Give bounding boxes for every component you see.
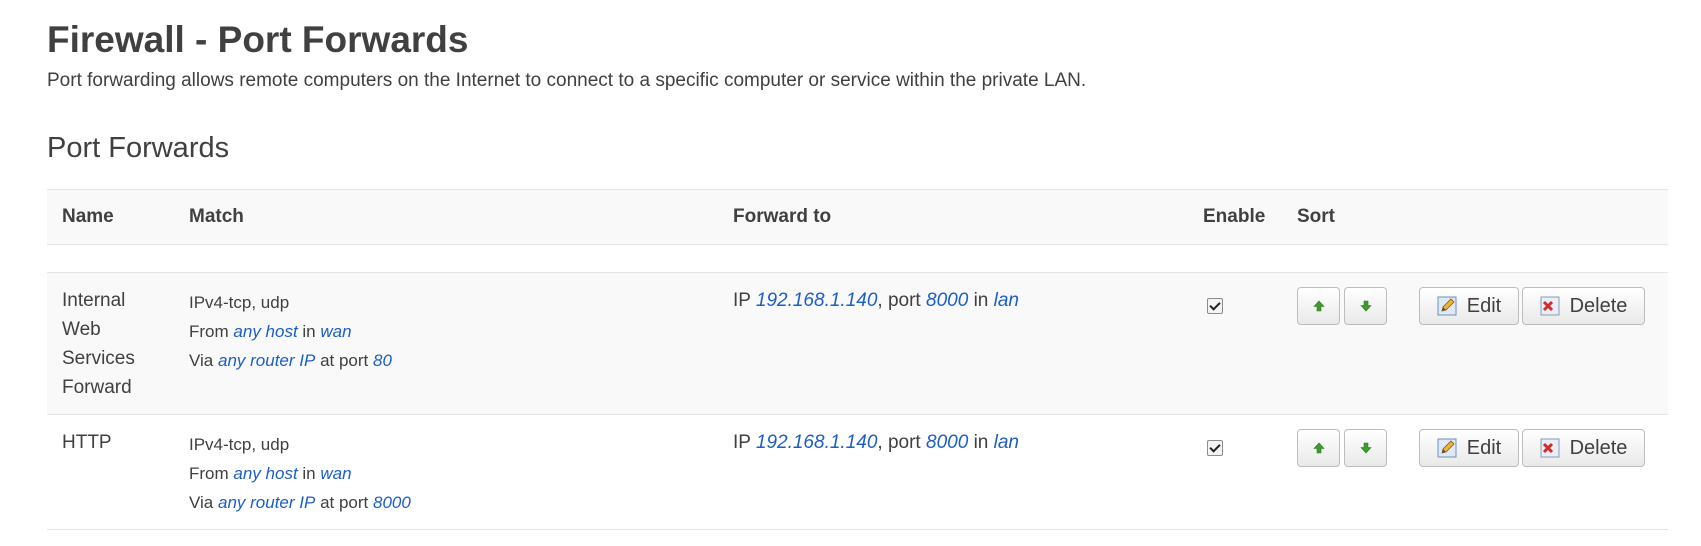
page: Firewall - Port Forwards Port forwarding… [0, 0, 1701, 530]
forward-ip-link[interactable]: 192.168.1.140 [756, 290, 878, 311]
match-from: From any host in wan [189, 317, 703, 346]
edit-icon [1437, 438, 1457, 458]
sort-down-button[interactable] [1344, 429, 1387, 467]
rule-match: IPv4-tcp, udp From any host in wan Via a… [174, 414, 718, 530]
page-description: Port forwarding allows remote computers … [47, 70, 1087, 91]
edit-label: Edit [1466, 436, 1502, 459]
via-port-link[interactable]: 80 [373, 351, 392, 370]
delete-button[interactable]: Delete [1522, 429, 1645, 467]
column-header-forward: Forward to [718, 189, 1188, 245]
enable-checkbox[interactable] [1207, 440, 1223, 456]
match-protocol: IPv4-tcp, udp [189, 435, 290, 454]
table-row: HTTP IPv4-tcp, udp From any host in wan … [47, 414, 1668, 530]
from-label: From [189, 322, 229, 341]
via-ip-link[interactable]: any router IP [218, 493, 315, 512]
from-zone-link[interactable]: wan [320, 322, 351, 341]
forward-ip-link[interactable]: 192.168.1.140 [756, 432, 878, 453]
rule-match: IPv4-tcp, udp From any host in wan Via a… [174, 272, 718, 415]
in-label: in [302, 464, 316, 483]
forward-port-link[interactable]: 8000 [926, 290, 968, 311]
arrow-up-icon [1312, 442, 1325, 454]
match-via: Via any router IP at port 80 [189, 346, 703, 375]
column-header-name: Name [47, 189, 174, 245]
sort-down-button[interactable] [1344, 287, 1387, 325]
rule-forward: IP 192.168.1.140, port 8000 in lan [718, 414, 1188, 530]
table-header-row: Name Match Forward to Enable Sort [47, 189, 1668, 245]
port-forwards-table: Name Match Forward to Enable Sort Intern… [47, 189, 1668, 530]
section-title: Port Forwards [47, 132, 230, 164]
via-label: Via [189, 493, 214, 512]
delete-label: Delete [1569, 294, 1628, 317]
delete-icon [1540, 296, 1560, 316]
forward-zone-link[interactable]: lan [994, 432, 1019, 453]
from-host-link[interactable]: any host [233, 322, 297, 341]
at-port-label: at port [320, 351, 369, 370]
rule-name: HTTP [47, 414, 174, 530]
in-label: in [973, 290, 989, 311]
match-from: From any host in wan [189, 459, 703, 488]
rule-actions: Edit Delete [1282, 414, 1668, 530]
sort-up-button[interactable] [1297, 287, 1340, 325]
enable-checkbox[interactable] [1207, 298, 1223, 314]
forward-zone-link[interactable]: lan [994, 290, 1019, 311]
rule-actions: Edit Delete [1282, 272, 1668, 415]
match-protocol: IPv4-tcp, udp [189, 293, 290, 312]
column-header-match: Match [174, 189, 718, 245]
via-label: Via [189, 351, 214, 370]
delete-icon [1540, 438, 1560, 458]
edit-button[interactable]: Edit [1419, 287, 1519, 325]
rule-forward: IP 192.168.1.140, port 8000 in lan [718, 272, 1188, 415]
table-spacer-row [47, 244, 1668, 273]
forward-port-link[interactable]: 8000 [926, 432, 968, 453]
delete-button[interactable]: Delete [1522, 287, 1645, 325]
column-header-sort: Sort [1282, 189, 1668, 245]
arrow-down-icon [1359, 442, 1372, 454]
edit-button[interactable]: Edit [1419, 429, 1519, 467]
from-label: From [189, 464, 229, 483]
rule-enable [1188, 272, 1282, 415]
port-label: , port [877, 432, 921, 453]
sort-up-button[interactable] [1297, 429, 1340, 467]
delete-label: Delete [1569, 436, 1628, 459]
match-via: Via any router IP at port 8000 [189, 488, 703, 517]
in-label: in [973, 432, 989, 453]
rule-name: Internal Web Services Forward [47, 272, 174, 415]
page-title: Firewall - Port Forwards [47, 19, 469, 60]
arrow-down-icon [1359, 300, 1372, 312]
table-row: Internal Web Services Forward IPv4-tcp, … [47, 272, 1668, 415]
from-zone-link[interactable]: wan [320, 464, 351, 483]
rule-enable [1188, 414, 1282, 530]
edit-label: Edit [1466, 294, 1502, 317]
at-port-label: at port [320, 493, 369, 512]
port-label: , port [877, 290, 921, 311]
via-port-link[interactable]: 8000 [373, 493, 411, 512]
ip-label: IP [733, 432, 751, 453]
column-header-enable: Enable [1188, 189, 1282, 245]
via-ip-link[interactable]: any router IP [218, 351, 315, 370]
edit-icon [1437, 296, 1457, 316]
from-host-link[interactable]: any host [233, 464, 297, 483]
in-label: in [302, 322, 316, 341]
ip-label: IP [733, 290, 751, 311]
arrow-up-icon [1312, 300, 1325, 312]
